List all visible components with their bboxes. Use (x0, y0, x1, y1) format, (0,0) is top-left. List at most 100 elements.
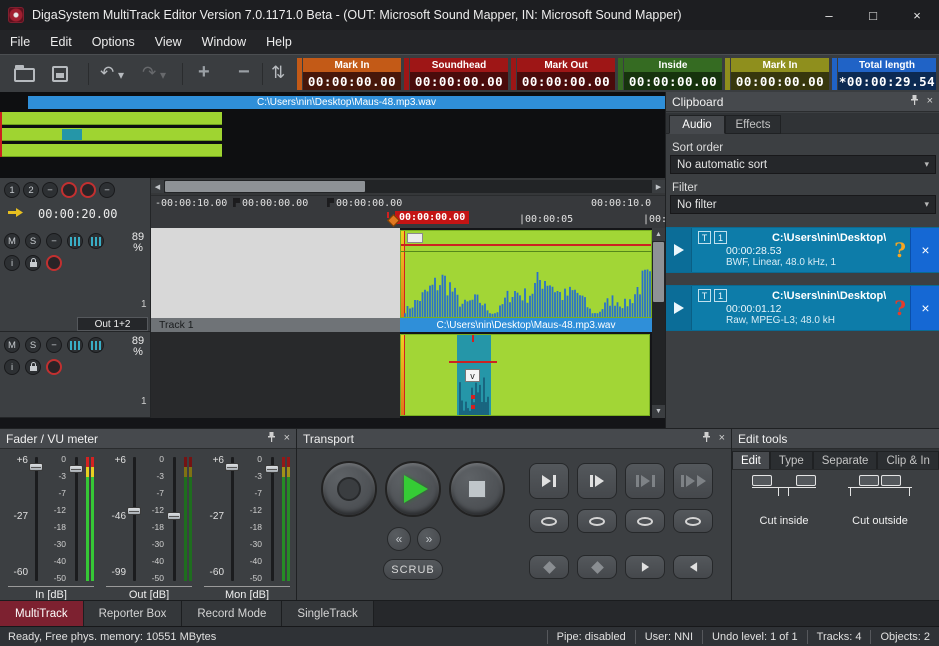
clip-play-button[interactable] (666, 228, 692, 272)
pin-icon[interactable] (702, 432, 711, 445)
add-marker-button[interactable] (529, 555, 569, 579)
clip-remove-button[interactable]: × (910, 228, 939, 272)
nudge-icon[interactable]: ⇅ (271, 63, 285, 83)
track-name-bar[interactable]: Track 1 (151, 318, 400, 332)
fader-handle[interactable] (127, 507, 141, 515)
redo-icon[interactable]: ↷ (142, 63, 156, 83)
lock-button[interactable] (25, 359, 41, 375)
skip-forward-button[interactable]: » (417, 527, 441, 551)
menu-file[interactable]: File (0, 30, 40, 54)
fader-handle[interactable] (225, 463, 239, 471)
undo-dropdown-icon[interactable]: ▾ (118, 68, 124, 82)
clip-remove-button[interactable]: × (910, 286, 939, 330)
fader-handle[interactable] (265, 465, 279, 473)
fader-handle[interactable] (29, 463, 43, 471)
save-icon[interactable] (52, 66, 68, 82)
scroll-right-icon[interactable]: ▶ (652, 180, 665, 193)
collapse-button[interactable]: − (42, 182, 58, 198)
clipboard-entry[interactable]: T 1 C:\Users\nin\Desktop\ 00:00:01.12 Ra… (666, 285, 939, 331)
track-1-clip[interactable] (400, 230, 652, 318)
scroll-down-icon[interactable]: ▼ (652, 405, 665, 418)
clip-handle-icon[interactable] (407, 233, 423, 243)
autoscroll-icon[interactable] (8, 206, 24, 222)
play-from-mark-button[interactable] (577, 463, 617, 499)
play-selection-button[interactable] (625, 463, 665, 499)
tab-separate[interactable]: Separate (813, 451, 878, 470)
eq-button[interactable] (67, 337, 83, 353)
menu-window[interactable]: Window (192, 30, 256, 54)
time-ruler[interactable]: -00:00:10.00 00:00:00.00 00:00:00.00 00:… (151, 195, 665, 228)
panel-close-icon[interactable]: × (284, 433, 290, 444)
tab-multitrack[interactable]: MultiTrack (0, 601, 84, 627)
solo-button[interactable]: S (25, 233, 41, 249)
track-2-lane[interactable] (151, 332, 400, 418)
fader-handle[interactable] (167, 512, 181, 520)
cut-inside-button[interactable]: Cut inside (738, 473, 830, 531)
zoom-in-icon[interactable]: + (198, 61, 210, 84)
next-marker-button[interactable] (625, 555, 665, 579)
skip-back-button[interactable]: « (387, 527, 411, 551)
play-to-mark-button[interactable] (529, 463, 569, 499)
track-count-1-button[interactable]: 1 (4, 182, 20, 198)
info-button[interactable]: i (4, 359, 20, 375)
sort-order-select[interactable]: No automatic sort ▾ (670, 155, 936, 174)
filter-select[interactable]: No filter ▾ (670, 195, 936, 214)
record-enable-icon[interactable] (80, 182, 96, 198)
play-both-marks-button[interactable] (673, 463, 713, 499)
clip-level-line[interactable] (401, 244, 651, 246)
mute-button[interactable]: M (4, 233, 20, 249)
scrollbar-thumb[interactable] (653, 242, 664, 302)
panel-close-icon[interactable]: × (927, 96, 933, 107)
output-bus-button[interactable]: Out 1+2 (77, 317, 148, 331)
spectrum-button[interactable] (88, 337, 104, 353)
project-overview[interactable]: C:\Users\nin\Desktop\Maus-48.mp3.wav (0, 92, 665, 178)
prev-marker-button[interactable] (673, 555, 713, 579)
pin-icon[interactable] (267, 432, 276, 445)
record-arm-button[interactable] (46, 255, 62, 271)
scroll-up-icon[interactable]: ▲ (652, 228, 665, 241)
clip-path-bar[interactable]: C:\Users\nin\Desktop\Maus-48.mp3.wav (400, 318, 652, 332)
remove-button[interactable]: − (99, 182, 115, 198)
solo-button[interactable]: S (25, 337, 41, 353)
spectrum-button[interactable] (88, 233, 104, 249)
pin-icon[interactable] (910, 95, 919, 108)
loop-button[interactable] (577, 509, 617, 533)
scrub-button[interactable]: SCRUB (383, 559, 443, 580)
tab-singletrack[interactable]: SingleTrack (282, 601, 373, 627)
loop-button[interactable] (673, 509, 713, 533)
info-button[interactable]: i (4, 255, 20, 271)
horizontal-scrollbar[interactable]: ◀ ▶ (151, 180, 665, 193)
collapse-button[interactable]: − (46, 233, 62, 249)
record-enable-icon[interactable] (61, 182, 77, 198)
tab-reporter-box[interactable]: Reporter Box (84, 601, 183, 627)
maximize-button[interactable]: □ (851, 0, 895, 30)
tab-record-mode[interactable]: Record Mode (182, 601, 282, 627)
track-2-clip[interactable]: v (400, 334, 650, 416)
zoom-out-icon[interactable]: − (238, 61, 250, 84)
menu-view[interactable]: View (145, 30, 192, 54)
menu-help[interactable]: Help (256, 30, 302, 54)
track-1-lane[interactable] (151, 228, 400, 318)
cut-outside-button[interactable]: Cut outside (834, 473, 926, 531)
overview-clip-title[interactable]: C:\Users\nin\Desktop\Maus-48.mp3.wav (28, 96, 665, 109)
minimize-button[interactable]: – (807, 0, 851, 30)
tab-edit[interactable]: Edit (732, 451, 770, 470)
fader-handle[interactable] (69, 465, 83, 473)
edit-marker[interactable]: v (465, 369, 480, 382)
tab-effects[interactable]: Effects (725, 115, 781, 134)
collapse-button[interactable]: − (46, 337, 62, 353)
track-count-2-button[interactable]: 2 (23, 182, 39, 198)
clipboard-entry[interactable]: T 1 C:\Users\nin\Desktop\ 00:00:28.53 BW… (666, 227, 939, 273)
scrollbar-thumb[interactable] (165, 181, 365, 192)
close-button[interactable]: × (895, 0, 939, 30)
marker-button[interactable] (577, 555, 617, 579)
play-button[interactable] (385, 461, 441, 517)
record-button[interactable] (321, 461, 377, 517)
panel-close-icon[interactable]: × (719, 433, 725, 444)
tab-audio[interactable]: Audio (669, 115, 725, 134)
stop-button[interactable] (449, 461, 505, 517)
lock-button[interactable] (25, 255, 41, 271)
tab-clip-in[interactable]: Clip & In (877, 451, 938, 470)
vertical-scrollbar[interactable]: ▲ ▼ (652, 228, 665, 418)
menu-options[interactable]: Options (82, 30, 145, 54)
